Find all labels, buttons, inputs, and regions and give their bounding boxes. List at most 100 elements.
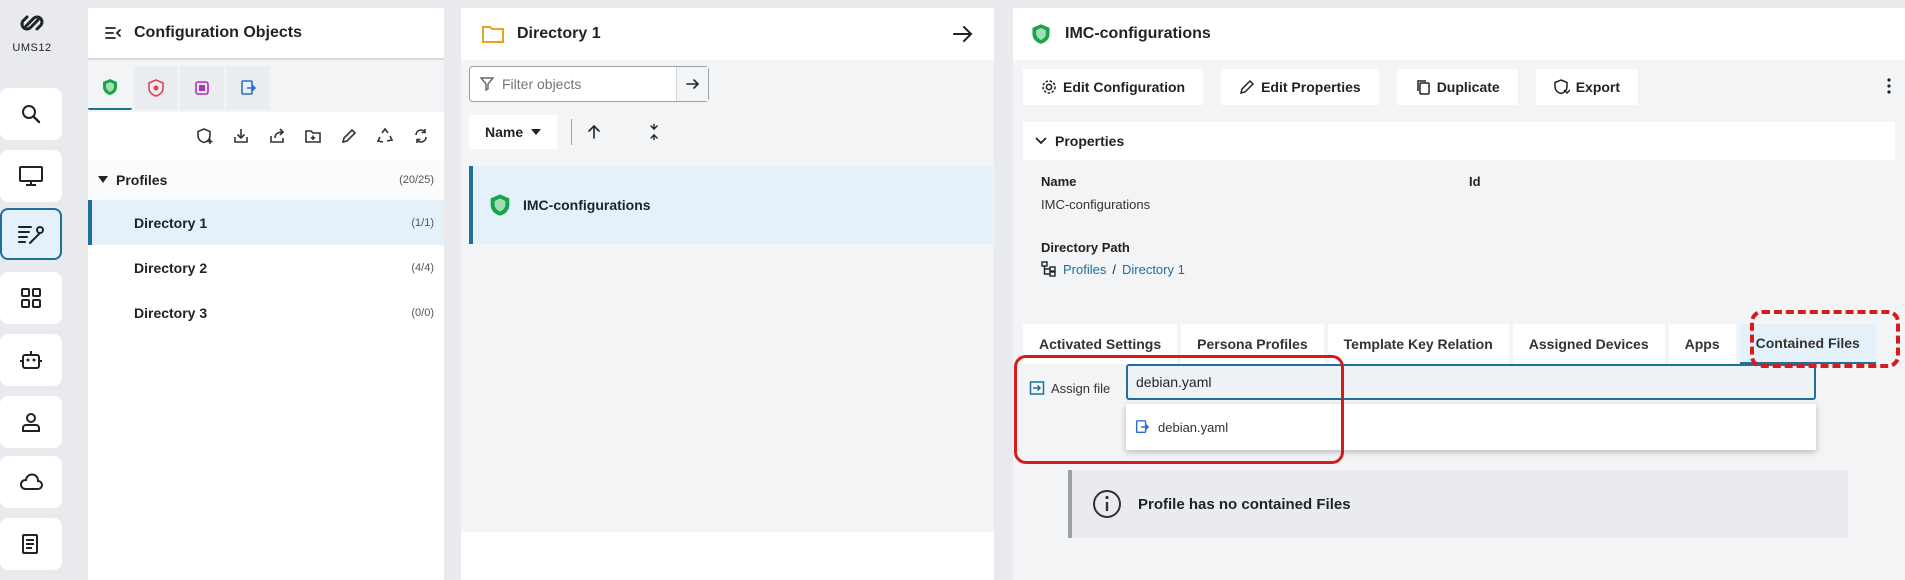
rail-search-button[interactable] <box>0 88 62 140</box>
edit-icon[interactable] <box>340 127 358 145</box>
object-type-tabs <box>88 60 444 112</box>
tree-root-count: (20/25) <box>399 174 434 186</box>
export-icon[interactable] <box>268 127 286 145</box>
rail-bot-button[interactable] <box>0 334 62 386</box>
rail-configuration-button[interactable] <box>0 208 62 260</box>
configuration-objects-header: Configuration Objects <box>88 8 444 60</box>
tree-root-profiles[interactable]: Profiles (20/25) <box>88 160 444 200</box>
filter-input[interactable] <box>502 76 662 92</box>
highlight-assign-area <box>1014 355 1344 464</box>
ums-logo: UMS12 <box>0 8 64 54</box>
collapse-all-icon[interactable] <box>646 124 662 140</box>
highlight-contained-files-tab <box>1750 310 1900 368</box>
directory-title: Directory 1 <box>517 25 601 42</box>
rail-devices-button[interactable] <box>0 150 62 202</box>
refresh-icon[interactable] <box>412 127 430 145</box>
tree-item-directory-3[interactable]: Directory 3 (0/0) <box>88 290 444 335</box>
filter-row <box>461 60 994 108</box>
empty-state-text: Profile has no contained Files <box>1138 495 1351 513</box>
properties-body: Name IMC-configurations Id Directory Pat… <box>1023 160 1895 324</box>
properties-toggle[interactable]: Properties <box>1023 122 1895 160</box>
tree-item-count: (1/1) <box>411 216 434 229</box>
import-icon[interactable] <box>232 127 250 145</box>
tab-files[interactable] <box>226 66 270 110</box>
directory-path-label: Directory Path <box>1041 240 1130 255</box>
chevron-down-icon <box>1035 137 1047 145</box>
separator <box>571 119 573 145</box>
tree-toolbar <box>88 112 444 160</box>
shield-icon <box>1032 24 1050 44</box>
apps-icon <box>21 288 41 308</box>
file-icon <box>241 80 257 95</box>
filter-icon <box>480 77 494 91</box>
empty-state-message: Profile has no contained Files <box>1068 470 1848 538</box>
more-options-icon[interactable] <box>1887 78 1891 94</box>
tab-assigned-devices[interactable]: Assigned Devices <box>1512 324 1665 364</box>
tree-item-count: (0/0) <box>411 306 434 319</box>
configuration-icon <box>18 226 44 244</box>
shield-icon <box>103 79 117 95</box>
rail-apps-button[interactable] <box>0 272 62 324</box>
tab-apps[interactable]: Apps <box>1668 324 1736 364</box>
new-folder-icon[interactable] <box>304 127 322 145</box>
pencil-icon <box>1240 79 1255 95</box>
folder-icon <box>482 26 504 43</box>
export-button[interactable]: Export <box>1535 69 1639 105</box>
object-list: IMC-configurations <box>461 156 994 532</box>
tab-priority-profiles[interactable] <box>134 66 178 110</box>
arrow-right-icon[interactable] <box>952 25 974 43</box>
path-link-profiles[interactable]: Profiles <box>1063 262 1106 277</box>
rail-documents-button[interactable] <box>0 518 62 570</box>
bot-icon <box>20 351 42 369</box>
tree-item-count: (4/4) <box>411 261 434 274</box>
object-row-imc-configurations[interactable]: IMC-configurations <box>469 166 993 244</box>
logo-text: UMS12 <box>12 42 52 54</box>
export-shield-icon <box>1553 79 1570 95</box>
edit-properties-label: Edit Properties <box>1261 79 1361 95</box>
gear-icon <box>1042 80 1056 94</box>
filter-apply-button[interactable] <box>676 67 708 101</box>
rail-cloud-button[interactable] <box>0 456 62 508</box>
duplicate-button[interactable]: Duplicate <box>1396 69 1518 105</box>
recycle-icon[interactable] <box>376 127 394 145</box>
priority-shield-icon <box>148 79 164 97</box>
actions-bar: Edit Configuration Edit Properties Dupli… <box>1013 60 1905 114</box>
hierarchy-icon <box>1041 261 1056 277</box>
info-icon <box>1093 490 1121 518</box>
sort-ascending-icon[interactable] <box>586 124 602 140</box>
name-label: Name <box>1041 174 1077 189</box>
tab-templates[interactable] <box>180 66 224 110</box>
edit-configuration-button[interactable]: Edit Configuration <box>1023 69 1204 105</box>
panel-title: Configuration Objects <box>134 24 302 41</box>
directory-header: Directory 1 <box>461 8 994 60</box>
rail-users-button[interactable] <box>0 396 62 448</box>
tree-item-label: Directory 3 <box>134 304 208 321</box>
tab-template-key-relation[interactable]: Template Key Relation <box>1327 324 1509 364</box>
properties-header-label: Properties <box>1055 133 1125 149</box>
filter-box <box>469 66 709 102</box>
caret-down-icon[interactable] <box>98 176 108 184</box>
tab-profiles[interactable] <box>88 66 132 110</box>
tree-item-directory-2[interactable]: Directory 2 (4/4) <box>88 245 444 290</box>
caret-down-icon <box>531 129 542 135</box>
tree-item-label: Directory 2 <box>134 259 208 276</box>
path-link-directory-1[interactable]: Directory 1 <box>1122 262 1185 277</box>
tree-item-directory-1[interactable]: Directory 1 (1/1) <box>88 200 444 245</box>
details-header: IMC-configurations <box>1013 8 1905 60</box>
edit-configuration-label: Edit Configuration <box>1063 79 1186 95</box>
collapse-menu-icon[interactable] <box>104 25 122 41</box>
new-profile-icon[interactable] <box>196 127 214 145</box>
directory-path: Profiles / Directory 1 <box>1041 261 1877 277</box>
copy-icon <box>1416 80 1430 95</box>
details-title: IMC-configurations <box>1065 25 1211 42</box>
export-label: Export <box>1575 79 1621 95</box>
tree-root-label: Profiles <box>116 172 168 188</box>
object-label: IMC-configurations <box>523 197 651 213</box>
monitor-icon <box>19 166 43 186</box>
properties-section: Properties Name IMC-configurations Id Di… <box>1023 122 1895 324</box>
template-icon <box>195 81 209 95</box>
cloud-icon <box>19 473 43 490</box>
user-icon <box>22 413 40 432</box>
edit-properties-button[interactable]: Edit Properties <box>1221 69 1379 105</box>
sort-field-dropdown[interactable]: Name <box>469 115 558 149</box>
